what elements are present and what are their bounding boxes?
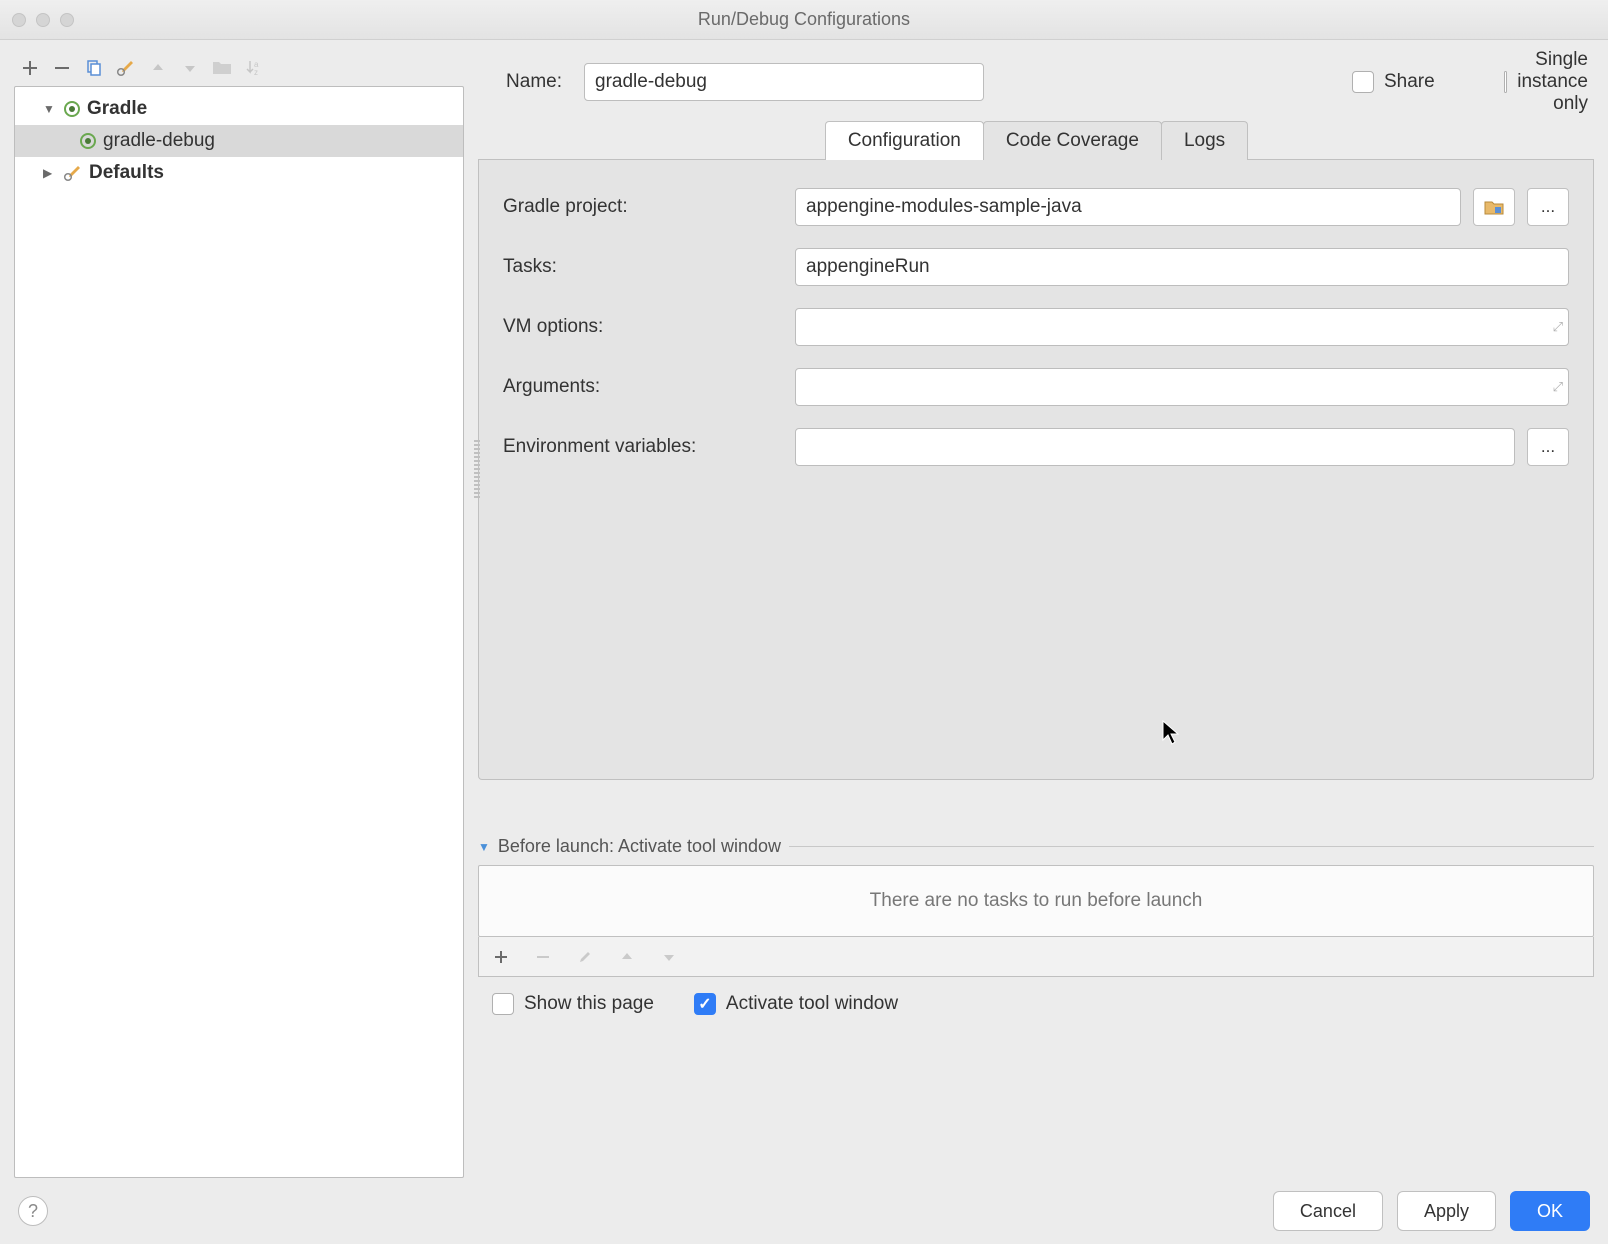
sort-button: az — [242, 56, 266, 80]
expand-icon[interactable]: ▼ — [43, 102, 57, 116]
show-this-page-checkbox[interactable]: Show this page — [492, 993, 654, 1015]
activate-tool-window-label: Activate tool window — [726, 993, 898, 1015]
share-label: Share — [1384, 71, 1435, 93]
before-launch-header[interactable]: ▼ Before launch: Activate tool window — [478, 836, 1594, 857]
window-title: Run/Debug Configurations — [0, 9, 1608, 30]
name-input[interactable] — [584, 63, 984, 101]
expand-field-icon[interactable]: ⤢ — [1553, 319, 1563, 335]
tree-node-gradle[interactable]: ▼ Gradle — [15, 93, 463, 125]
env-vars-label: Environment variables: — [503, 436, 783, 458]
expand-field-icon[interactable]: ⤢ — [1553, 379, 1563, 395]
arguments-input[interactable] — [795, 368, 1569, 406]
move-task-down-button — [657, 945, 681, 969]
config-tree[interactable]: ▼ Gradle gradle-debug ▶ Defaults — [14, 86, 464, 1178]
remove-task-button — [531, 945, 555, 969]
tasks-label: Tasks: — [503, 256, 783, 278]
edit-defaults-button[interactable] — [114, 56, 138, 80]
tree-node-gradle-debug[interactable]: gradle-debug — [15, 125, 463, 157]
before-launch-title: Before launch: Activate tool window — [498, 836, 781, 857]
checkbox-icon — [1352, 71, 1374, 93]
copy-config-button[interactable] — [82, 56, 106, 80]
expand-icon[interactable]: ▶ — [43, 166, 57, 180]
registered-project-button[interactable] — [1473, 188, 1515, 226]
before-launch-section: ▼ Before launch: Activate tool window Th… — [478, 836, 1594, 1015]
move-up-button — [146, 56, 170, 80]
tab-logs[interactable]: Logs — [1161, 121, 1248, 160]
vm-options-input[interactable] — [795, 308, 1569, 346]
cancel-button[interactable]: Cancel — [1273, 1191, 1383, 1231]
tree-label: Defaults — [89, 162, 164, 184]
gradle-project-ellipsis-button[interactable]: ... — [1527, 188, 1569, 226]
activate-tool-window-checkbox[interactable]: Activate tool window — [694, 993, 898, 1015]
checkbox-icon — [1504, 71, 1507, 93]
add-config-button[interactable] — [18, 56, 42, 80]
right-pane: Name: Share Single instance only Configu… — [478, 50, 1594, 1178]
ellipsis-label: ... — [1541, 197, 1555, 217]
gradle-project-label: Gradle project: — [503, 196, 783, 218]
show-this-page-label: Show this page — [524, 993, 654, 1015]
titlebar: Run/Debug Configurations — [0, 0, 1608, 40]
tree-label: Gradle — [87, 98, 147, 120]
share-checkbox[interactable]: Share — [1352, 71, 1442, 93]
config-toolbar: az — [14, 50, 464, 86]
tree-label: gradle-debug — [103, 130, 215, 152]
before-launch-empty-text: There are no tasks to run before launch — [870, 890, 1203, 912]
ellipsis-label: ... — [1541, 437, 1555, 457]
gradle-icon — [63, 100, 81, 118]
divider — [789, 846, 1594, 847]
tree-node-defaults[interactable]: ▶ Defaults — [15, 157, 463, 189]
apply-button[interactable]: Apply — [1397, 1191, 1496, 1231]
name-label: Name: — [478, 71, 568, 93]
edit-task-button — [573, 945, 597, 969]
add-task-button[interactable] — [489, 945, 513, 969]
env-vars-ellipsis-button[interactable]: ... — [1527, 428, 1569, 466]
arguments-label: Arguments: — [503, 376, 783, 398]
folder-button — [210, 56, 234, 80]
remove-config-button[interactable] — [50, 56, 74, 80]
chevron-down-icon: ▼ — [478, 840, 490, 854]
checkbox-icon — [694, 993, 716, 1015]
wrench-icon — [63, 163, 83, 183]
minimize-window-icon[interactable] — [36, 13, 50, 27]
single-instance-label: Single instance only — [1517, 49, 1588, 115]
gradle-project-input[interactable] — [795, 188, 1461, 226]
splitter-handle[interactable] — [474, 440, 480, 500]
before-launch-list[interactable]: There are no tasks to run before launch — [478, 865, 1594, 937]
configuration-panel: Gradle project: ... Tasks: VM options: ⤢… — [478, 160, 1594, 780]
before-launch-toolbar — [478, 937, 1594, 977]
tasks-input[interactable] — [795, 248, 1569, 286]
help-label: ? — [28, 1201, 38, 1222]
close-window-icon[interactable] — [12, 13, 26, 27]
env-vars-input[interactable] — [795, 428, 1515, 466]
move-down-button — [178, 56, 202, 80]
help-button[interactable]: ? — [18, 1196, 48, 1226]
vm-options-label: VM options: — [503, 316, 783, 338]
left-pane: az ▼ Gradle gradle-debug ▶ Defaults — [14, 50, 464, 1178]
tabs: Configuration Code Coverage Logs — [478, 120, 1594, 160]
gradle-icon — [79, 132, 97, 150]
dialog-footer: ? Cancel Apply OK — [0, 1178, 1608, 1244]
tab-configuration[interactable]: Configuration — [825, 121, 984, 160]
tab-code-coverage[interactable]: Code Coverage — [983, 121, 1162, 160]
traffic-lights — [12, 13, 74, 27]
zoom-window-icon[interactable] — [60, 13, 74, 27]
single-instance-checkbox[interactable]: Single instance only — [1504, 49, 1594, 115]
checkbox-icon — [492, 993, 514, 1015]
ok-button[interactable]: OK — [1510, 1191, 1590, 1231]
move-task-up-button — [615, 945, 639, 969]
svg-text:z: z — [254, 68, 258, 77]
